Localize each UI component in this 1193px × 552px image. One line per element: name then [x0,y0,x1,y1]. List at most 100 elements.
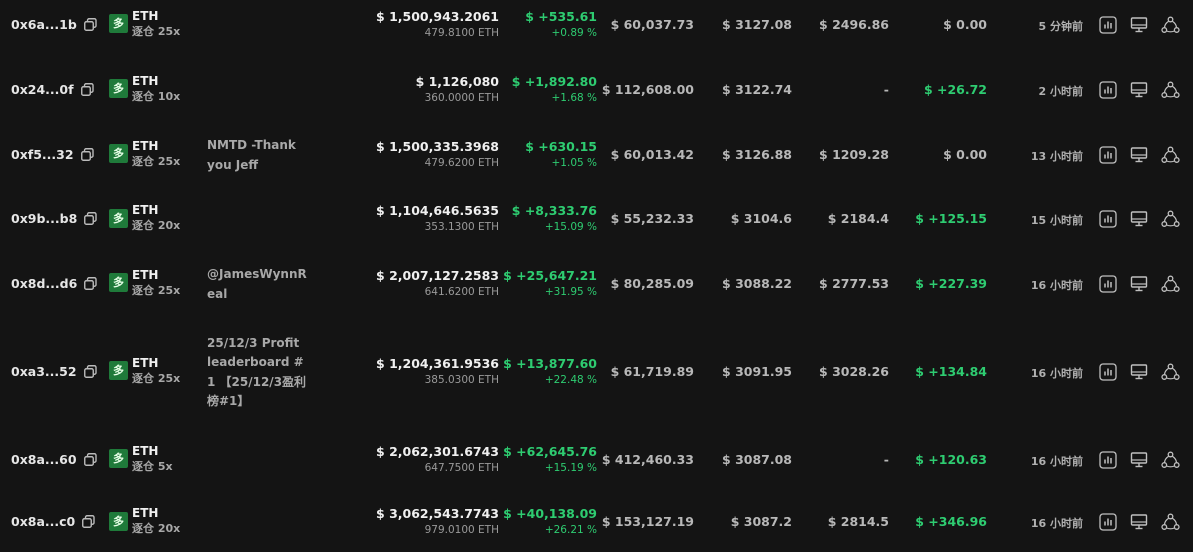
wallet-address[interactable]: 0x8a...c0 [11,514,95,529]
leverage-label: 逐仓 20x [132,522,181,535]
share-icon[interactable] [1160,274,1180,294]
wallet-address[interactable]: 0xf5...32 [11,147,94,162]
pnl-percent: +1.05 % [551,156,598,169]
margin-amount: $ 60,037.73 [610,16,694,32]
copy-icon[interactable] [80,82,94,96]
entry-price: $ 3127.08 [722,16,792,32]
unrealized-pnl: $ +1,892.80 +1.68 % [512,73,597,107]
unrealized-pnl: $ +630.15 +1.05 % [525,138,597,172]
wallet-address[interactable]: 0x9b...b8 [11,211,97,226]
position-info: 多 ETH 逐仓 10x [109,74,180,104]
wallet-address[interactable]: 0x24...0f [11,82,94,97]
bar-chart-icon[interactable] [1098,145,1118,165]
copy-icon[interactable] [83,452,97,466]
funding-fee: $ +134.84 [915,363,987,379]
share-icon[interactable] [1160,145,1180,165]
liquidation-price: $ 3028.26 [819,363,889,379]
bar-chart-icon[interactable] [1098,512,1118,532]
unrealized-pnl: $ +62,645.76 +15.19 % [503,443,597,477]
unrealized-pnl: $ +40,138.09 +26.21 % [503,505,597,539]
wallet-address-text[interactable]: 0x8a...c0 [11,514,75,529]
monitor-icon[interactable] [1129,80,1149,100]
leverage-label: 逐仓 25x [132,24,181,38]
row-actions [1098,80,1191,100]
position-info: 多 ETH 逐仓 20x [109,506,180,536]
table-row: 0x8d...d6 多 ETH 逐仓 25x @JamesWynnReal $ 2,007… [0,251,1193,316]
entry-price: $ 3088.22 [722,275,792,291]
position-text: ETH 逐仓 25x [132,9,180,39]
row-actions [1098,362,1191,382]
margin-amount: $ 80,285.09 [610,275,694,291]
position-value: $ 2,007,127.2583 641.6200 ETH [376,267,499,301]
position-size: 353.1300 ETH [424,221,499,233]
copy-icon[interactable] [83,17,97,31]
wallet-address[interactable]: 0x8d...d6 [11,276,97,291]
pnl-amount: $ +40,138.09 [503,506,597,521]
bar-chart-icon[interactable] [1098,80,1118,100]
last-updated-time: 16 小时前 [1030,278,1083,292]
share-icon[interactable] [1160,512,1180,532]
leverage-label: 逐仓 25x [132,154,181,168]
bar-chart-icon[interactable] [1098,274,1118,294]
wallet-address-text[interactable]: 0x8a...60 [11,452,77,467]
copy-icon[interactable] [84,212,97,225]
bar-chart-icon[interactable] [1098,209,1118,229]
monitor-icon[interactable] [1129,145,1149,165]
copy-icon[interactable] [80,147,94,161]
monitor-icon[interactable] [1129,209,1149,229]
wallet-note: 25/12/3 Profit leaderboard #1 【25/12/3盈利… [207,335,307,409]
copy-icon[interactable] [82,515,95,528]
bar-chart-icon[interactable] [1098,15,1118,35]
leverage-label: 逐仓 25x [132,283,181,297]
last-updated-time: 16 小时前 [1030,366,1083,380]
position-value-usd: $ 1,104,646.5635 [376,203,499,218]
share-icon[interactable] [1160,209,1180,229]
position-size: 647.7500 ETH [424,461,499,474]
liquidation-price: $ 2777.53 [819,275,889,291]
copy-icon[interactable] [84,276,97,290]
coin-symbol: ETH [132,506,159,520]
liquidation-price: $ 2496.86 [819,16,889,32]
wallet-note: NMTD -Thank you Jeff [207,138,296,172]
liquidation-price: $ 2814.5 [827,514,889,529]
margin-amount: $ 112,608.00 [601,81,694,97]
long-badge: 多 [109,273,128,292]
monitor-icon[interactable] [1129,15,1149,35]
wallet-address-text[interactable]: 0x6a...1b [11,17,77,32]
wallet-address-text[interactable]: 0x9b...b8 [11,211,77,226]
position-text: ETH 逐仓 20x [132,203,180,233]
margin-amount: $ 153,127.19 [601,514,694,529]
bar-chart-icon[interactable] [1098,450,1118,470]
last-updated-time: 5 分钟前 [1038,19,1083,33]
monitor-icon[interactable] [1129,274,1149,294]
copy-icon[interactable] [83,364,97,378]
row-actions [1098,274,1191,294]
position-value-usd: $ 1,204,361.9536 [376,355,499,371]
entry-price: $ 3126.88 [722,146,792,162]
wallet-address-text[interactable]: 0x24...0f [11,82,74,97]
wallet-address-text[interactable]: 0xf5...32 [11,147,74,162]
monitor-icon[interactable] [1129,512,1149,532]
margin-amount: $ 60,013.42 [610,146,694,162]
position-info: 多 ETH 逐仓 25x [109,9,180,39]
last-updated-time: 15 小时前 [1030,214,1083,227]
share-icon[interactable] [1160,450,1180,470]
position-text: ETH 逐仓 25x [132,356,180,386]
wallet-address[interactable]: 0x6a...1b [11,17,97,32]
monitor-icon[interactable] [1129,362,1149,382]
wallet-address[interactable]: 0x8a...60 [11,452,97,467]
wallet-address-text[interactable]: 0x8d...d6 [11,276,77,291]
position-value-usd: $ 1,500,943.2061 [376,8,499,24]
row-actions [1098,512,1191,532]
bar-chart-icon[interactable] [1098,362,1118,382]
pnl-amount: $ +535.61 [525,8,597,24]
pnl-percent: +22.48 % [544,373,597,386]
share-icon[interactable] [1160,15,1180,35]
last-updated-time: 16 小时前 [1030,454,1083,468]
position-value-usd: $ 3,062,543.7743 [376,506,499,521]
wallet-address[interactable]: 0xa3...52 [11,364,97,379]
monitor-icon[interactable] [1129,450,1149,470]
wallet-address-text[interactable]: 0xa3...52 [11,364,77,379]
share-icon[interactable] [1160,362,1180,382]
share-icon[interactable] [1160,80,1180,100]
